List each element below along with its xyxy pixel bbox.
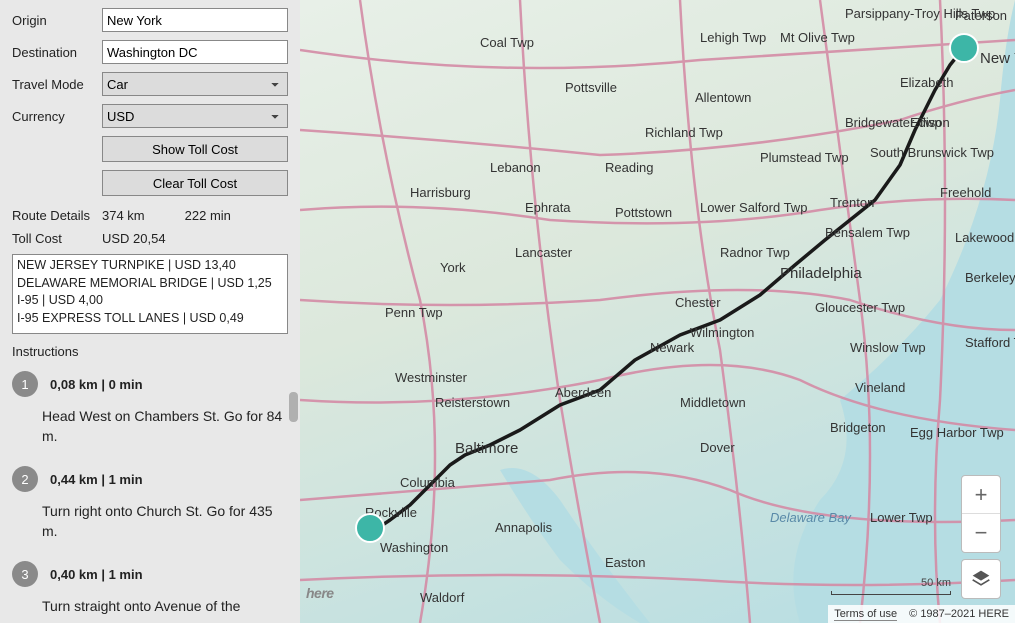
toll-item: I-95 EXPRESS TOLL LANES | USD 0,49 bbox=[17, 310, 283, 328]
route-distance: 374 km bbox=[102, 208, 145, 223]
minus-icon: − bbox=[975, 520, 988, 546]
clear-toll-button[interactable]: Clear Toll Cost bbox=[102, 170, 288, 196]
map-svg bbox=[300, 0, 1015, 623]
currency-select[interactable]: USD bbox=[102, 104, 288, 128]
travel-mode-label: Travel Mode bbox=[12, 77, 102, 92]
step-badge: 1 bbox=[12, 371, 38, 397]
scale-bar: 50 km bbox=[831, 577, 951, 593]
terms-link[interactable]: Terms of use bbox=[834, 608, 897, 621]
route-duration: 222 min bbox=[185, 208, 231, 223]
route-details-label: Route Details bbox=[12, 208, 102, 223]
step-badge: 2 bbox=[12, 466, 38, 492]
zoom-control: + − bbox=[961, 475, 1001, 553]
sidebar-scrollbar-thumb[interactable] bbox=[289, 392, 298, 422]
destination-input[interactable] bbox=[102, 40, 288, 64]
instruction-step: 2 0,44 km | 1 min Turn right onto Church… bbox=[12, 466, 288, 541]
travel-mode-select[interactable]: Car bbox=[102, 72, 288, 96]
step-body: Turn right onto Church St. Go for 435 m. bbox=[12, 502, 288, 541]
destination-marker[interactable] bbox=[355, 513, 385, 543]
step-title: 0,40 km | 1 min bbox=[50, 567, 143, 582]
instruction-step: 3 0,40 km | 1 min Turn straight onto Ave… bbox=[12, 561, 288, 617]
toll-item: I-95 | USD 4,00 bbox=[17, 292, 283, 310]
toll-cost-value: USD 20,54 bbox=[102, 231, 166, 246]
toll-breakdown-list[interactable]: NEW JERSEY TURNPIKE | USD 13,40 DELAWARE… bbox=[12, 254, 288, 334]
layers-icon bbox=[971, 569, 991, 589]
origin-label: Origin bbox=[12, 13, 102, 28]
toll-item: NEW JERSEY TURNPIKE | USD 13,40 bbox=[17, 257, 283, 275]
map-footer: Terms of use © 1987–2021 HERE bbox=[828, 605, 1015, 623]
step-body: Head West on Chambers St. Go for 84 m. bbox=[12, 407, 288, 446]
map-canvas[interactable]: New YorkPatersonParsippany-Troy Hills Tw… bbox=[300, 0, 1015, 623]
toll-cost-label: Toll Cost bbox=[12, 231, 102, 246]
app-root: Origin Destination Travel Mode Car Curre… bbox=[0, 0, 1015, 623]
step-badge: 3 bbox=[12, 561, 38, 587]
show-toll-button[interactable]: Show Toll Cost bbox=[102, 136, 288, 162]
destination-label: Destination bbox=[12, 45, 102, 60]
step-body: Turn straight onto Avenue of the bbox=[12, 597, 288, 617]
currency-label: Currency bbox=[12, 109, 102, 124]
toll-item: DELAWARE MEMORIAL BRIDGE | USD 1,25 bbox=[17, 275, 283, 293]
origin-input[interactable] bbox=[102, 8, 288, 32]
origin-marker[interactable] bbox=[949, 33, 979, 63]
copyright-text: © 1987–2021 HERE bbox=[909, 608, 1009, 620]
instruction-step: 1 0,08 km | 0 min Head West on Chambers … bbox=[12, 371, 288, 446]
sidebar-panel: Origin Destination Travel Mode Car Curre… bbox=[0, 0, 300, 623]
zoom-out-button[interactable]: − bbox=[962, 514, 1000, 552]
step-title: 0,08 km | 0 min bbox=[50, 377, 143, 392]
plus-icon: + bbox=[975, 482, 988, 508]
zoom-in-button[interactable]: + bbox=[962, 476, 1000, 514]
instructions-heading: Instructions bbox=[12, 344, 288, 359]
layers-button[interactable] bbox=[961, 559, 1001, 599]
step-title: 0,44 km | 1 min bbox=[50, 472, 143, 487]
scale-label: 50 km bbox=[831, 577, 951, 589]
